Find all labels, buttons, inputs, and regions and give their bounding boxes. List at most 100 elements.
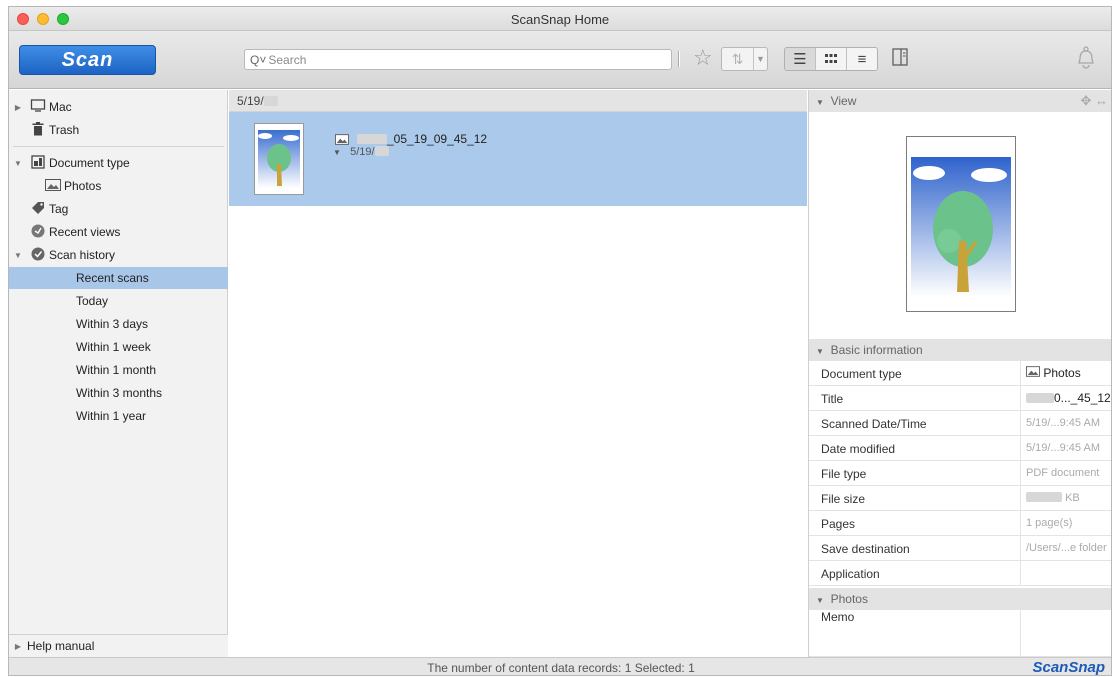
notification-bell-icon[interactable]	[1076, 45, 1096, 75]
document-preview[interactable]	[906, 136, 1016, 312]
info-key: Title	[821, 392, 844, 406]
info-row-title: Title 0..._45_12	[809, 386, 1111, 411]
sidebar-item-label: Recent scans	[76, 271, 149, 285]
search-icon: Q˅	[250, 52, 267, 67]
sort-order-icon[interactable]: ⇅	[722, 48, 754, 70]
collapsed-triangle-icon[interactable]: ▶	[9, 103, 27, 112]
side-panel-toggle-icon[interactable]	[892, 48, 908, 71]
view-section-header[interactable]: ▼ View ✥ ↔	[809, 90, 1111, 112]
sidebar-item-within-3-days[interactable]: Within 3 days	[9, 313, 228, 335]
detail-panel: ▼ View ✥ ↔ ▼ Basic information Document …	[808, 90, 1111, 657]
status-text: The number of content data records: 1 Se…	[427, 661, 695, 675]
sidebar-item-within-1-year[interactable]: Within 1 year	[9, 405, 228, 427]
info-row-memo: Memo	[809, 602, 1111, 657]
info-value-text: 0..._45_12	[1054, 391, 1111, 405]
sidebar-item-within-1-month[interactable]: Within 1 month	[9, 359, 228, 381]
sidebar-item-today[interactable]: Today	[9, 290, 228, 312]
info-value-text: KB	[1065, 492, 1080, 504]
info-value: KB	[1020, 486, 1111, 511]
info-key: Date modified	[821, 442, 896, 456]
info-row-file-size: File size KB	[809, 486, 1111, 511]
row-title: _05_19_09_45_12	[357, 132, 487, 146]
info-row-save-destination: Save destination /Users/...e folder	[809, 536, 1111, 561]
row-expand-triangle-icon[interactable]: ▼	[333, 148, 341, 157]
sidebar-item-photos[interactable]: Photos	[9, 175, 228, 197]
info-value[interactable]	[1020, 561, 1111, 586]
photo-icon	[1026, 366, 1040, 380]
sidebar-item-label: Mac	[49, 100, 72, 114]
redacted-text	[263, 96, 278, 106]
date-group-header: 5/19/	[229, 90, 807, 112]
list-view-icon[interactable]: ☰	[785, 48, 816, 70]
sidebar-item-label: Today	[76, 294, 109, 308]
expanded-triangle-icon[interactable]: ▼	[9, 251, 27, 260]
sidebar-item-document-type[interactable]: ▼ Document type	[9, 152, 228, 174]
sidebar-item-label: Within 1 month	[76, 363, 157, 377]
recent-views-icon	[27, 224, 49, 241]
redacted-text	[357, 134, 387, 144]
sidebar-item-mac[interactable]: ▶ Mac	[9, 96, 228, 118]
info-key: Save destination	[821, 542, 910, 556]
scan-history-icon	[27, 247, 49, 264]
sidebar-item-label: Within 1 week	[76, 340, 151, 354]
content-list: 5/19/ _05_19_09_45_12 ▼ 5/19/	[229, 90, 807, 657]
scan-button[interactable]: Scan	[19, 45, 156, 75]
status-bar: The number of content data records: 1 Se…	[9, 657, 1111, 675]
document-thumbnail[interactable]	[254, 123, 304, 195]
info-value[interactable]: 0..._45_12	[1020, 386, 1111, 411]
sort-dropdown-chevron-icon[interactable]: ▼	[754, 48, 767, 70]
search-box[interactable]: Q˅	[244, 49, 672, 70]
info-value[interactable]: /Users/...e folder	[1020, 536, 1111, 561]
horizontal-resize-icon[interactable]: ↔	[1095, 93, 1108, 108]
sidebar-item-within-3-months[interactable]: Within 3 months	[9, 382, 228, 404]
search-input[interactable]	[268, 52, 649, 67]
help-manual-item[interactable]: ▶ Help manual	[9, 634, 228, 657]
sidebar-item-label: Document type	[49, 156, 130, 170]
expanded-triangle-icon[interactable]: ▼	[9, 159, 27, 168]
sidebar-item-within-1-week[interactable]: Within 1 week	[9, 336, 228, 358]
app-window: ScanSnap Home Scan Q˅ ☆ ⇅ ▼ ☰ ≡	[8, 6, 1112, 676]
sidebar-item-scan-history[interactable]: ▼ Scan history	[9, 244, 228, 266]
info-row-application: Application	[809, 561, 1111, 586]
favorite-star-icon[interactable]: ☆	[693, 45, 713, 71]
info-key: File size	[821, 492, 866, 506]
sort-control[interactable]: ⇅ ▼	[721, 47, 768, 71]
panel-layout-icon	[892, 48, 908, 66]
info-value[interactable]: Photos	[1020, 361, 1111, 386]
info-row-file-type: File type PDF document	[809, 461, 1111, 486]
detail-view-icon[interactable]: ≡	[847, 48, 877, 70]
expanded-triangle-icon[interactable]: ▼	[816, 98, 824, 107]
table-row[interactable]: _05_19_09_45_12 ▼ 5/19/	[229, 112, 807, 206]
sidebar-item-trash[interactable]: Trash	[9, 119, 228, 141]
info-key: Pages	[821, 517, 856, 531]
sidebar-item-label: Within 3 months	[76, 386, 163, 400]
grid-dots-icon	[825, 54, 837, 63]
expanded-triangle-icon[interactable]: ▼	[816, 347, 824, 356]
sidebar-item-label: Scan history	[49, 248, 116, 262]
memo-input[interactable]	[1020, 602, 1021, 657]
info-value-text: Photos	[1043, 366, 1081, 380]
info-value: PDF document	[1020, 461, 1111, 486]
sidebar-item-label: Recent views	[49, 225, 121, 239]
redacted-text	[1026, 393, 1054, 403]
monitor-icon	[27, 99, 49, 115]
move-arrows-icon[interactable]: ✥	[1080, 93, 1091, 108]
sidebar-item-tag[interactable]: Tag	[9, 198, 228, 220]
sidebar-item-label: Within 3 days	[76, 317, 149, 331]
sidebar-item-recent-scans[interactable]: Recent scans	[9, 267, 228, 289]
view-mode-segmented-control: ☰ ≡	[784, 47, 878, 71]
info-key: Application	[821, 567, 880, 581]
info-row-document-type: Document type Photos	[809, 361, 1111, 386]
grid-view-icon[interactable]	[816, 48, 847, 70]
sidebar-item-label: Tag	[49, 202, 69, 216]
sidebar-item-recent-views[interactable]: Recent views	[9, 221, 228, 243]
row-date: ▼ 5/19/	[333, 146, 389, 158]
info-key: Document type	[821, 367, 902, 381]
info-row-date-modified: Date modified 5/19/...9:45 AM	[809, 436, 1111, 461]
collapsed-triangle-icon[interactable]: ▶	[9, 642, 27, 651]
sidebar-item-label: Within 1 year	[76, 409, 147, 423]
basic-info-section-header[interactable]: ▼ Basic information	[809, 339, 1111, 361]
view-resize-controls[interactable]: ✥ ↔	[1080, 90, 1108, 112]
tree-photo-preview-icon	[911, 157, 1011, 297]
tag-icon	[27, 201, 49, 218]
